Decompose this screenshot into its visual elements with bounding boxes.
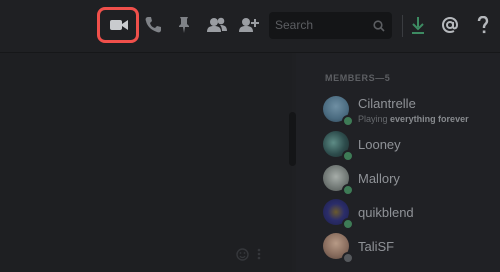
member-name: Mallory xyxy=(358,171,400,186)
add-friend-icon[interactable] xyxy=(238,15,260,35)
video-call-icon[interactable] xyxy=(108,16,130,34)
member-item[interactable]: Cilantrelle Playing everything forever xyxy=(323,96,499,127)
member-activity: Playing everything forever xyxy=(358,114,469,124)
emoji-icon[interactable] xyxy=(234,246,250,262)
status-online-indicator xyxy=(342,218,354,230)
member-item[interactable]: Looney xyxy=(323,131,499,162)
header-separator xyxy=(402,15,403,37)
status-online-indicator xyxy=(342,184,354,196)
member-item[interactable]: Mallory xyxy=(323,165,499,196)
chat-area xyxy=(0,53,292,272)
member-name: TaliSF xyxy=(358,239,395,254)
chat-scrollbar[interactable] xyxy=(289,112,296,166)
mention-icon[interactable] xyxy=(440,15,460,35)
member-name: Looney xyxy=(358,137,401,152)
search-icon[interactable] xyxy=(372,19,386,33)
status-offline-indicator xyxy=(342,252,354,264)
search-placeholder: Search xyxy=(275,18,314,32)
member-name: quikblend xyxy=(358,205,414,220)
search-input[interactable]: Search xyxy=(269,12,392,39)
more-options-icon[interactable] xyxy=(254,246,264,262)
status-online-indicator xyxy=(342,150,354,162)
download-icon[interactable] xyxy=(410,15,426,35)
member-item[interactable]: TaliSF xyxy=(323,233,499,264)
members-icon[interactable] xyxy=(205,15,229,35)
member-item[interactable]: quikblend xyxy=(323,199,499,230)
member-name: Cilantrelle xyxy=(358,96,416,111)
help-icon[interactable] xyxy=(475,15,491,35)
pin-icon[interactable] xyxy=(175,15,193,35)
member-list-heading: MEMBERS—5 xyxy=(325,73,391,83)
status-online-indicator xyxy=(342,115,354,127)
voice-call-icon[interactable] xyxy=(143,15,163,35)
